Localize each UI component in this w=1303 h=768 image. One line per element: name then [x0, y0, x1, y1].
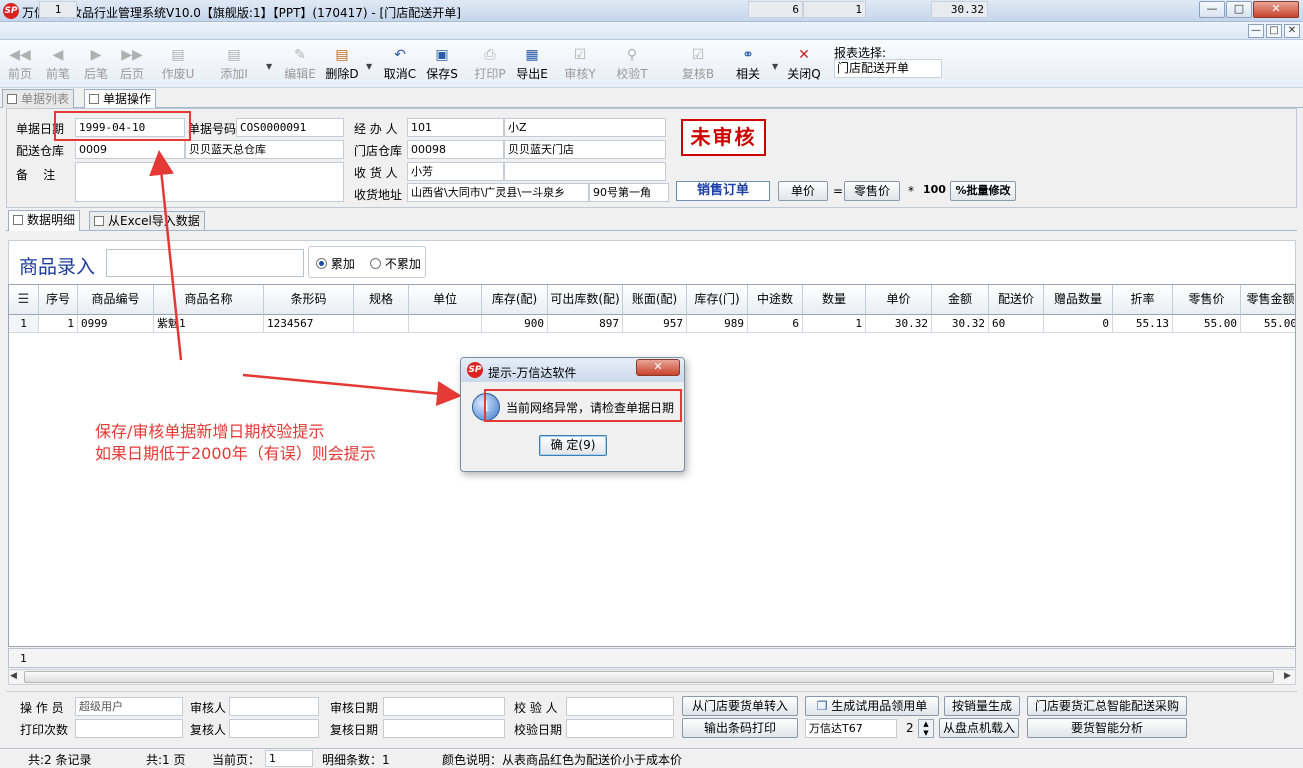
- dialog-logo-icon: SP: [467, 362, 483, 378]
- dialog-ok-button[interactable]: 确 定(9): [539, 435, 607, 456]
- annotation-line-2: 如果日期低于2000年（有误）则会提示: [95, 444, 376, 463]
- dialog-title: 提示-万信达软件: [488, 366, 577, 380]
- dialog-close-button[interactable]: ✕: [636, 359, 680, 376]
- arrow-to-date: [149, 150, 183, 361]
- arrow-to-dialog: [242, 373, 462, 407]
- annotation-line-1: 保存/审核单据新增日期校验提示: [95, 422, 325, 441]
- dialog-message: 当前网络异常，请检查单据日期: [506, 401, 675, 415]
